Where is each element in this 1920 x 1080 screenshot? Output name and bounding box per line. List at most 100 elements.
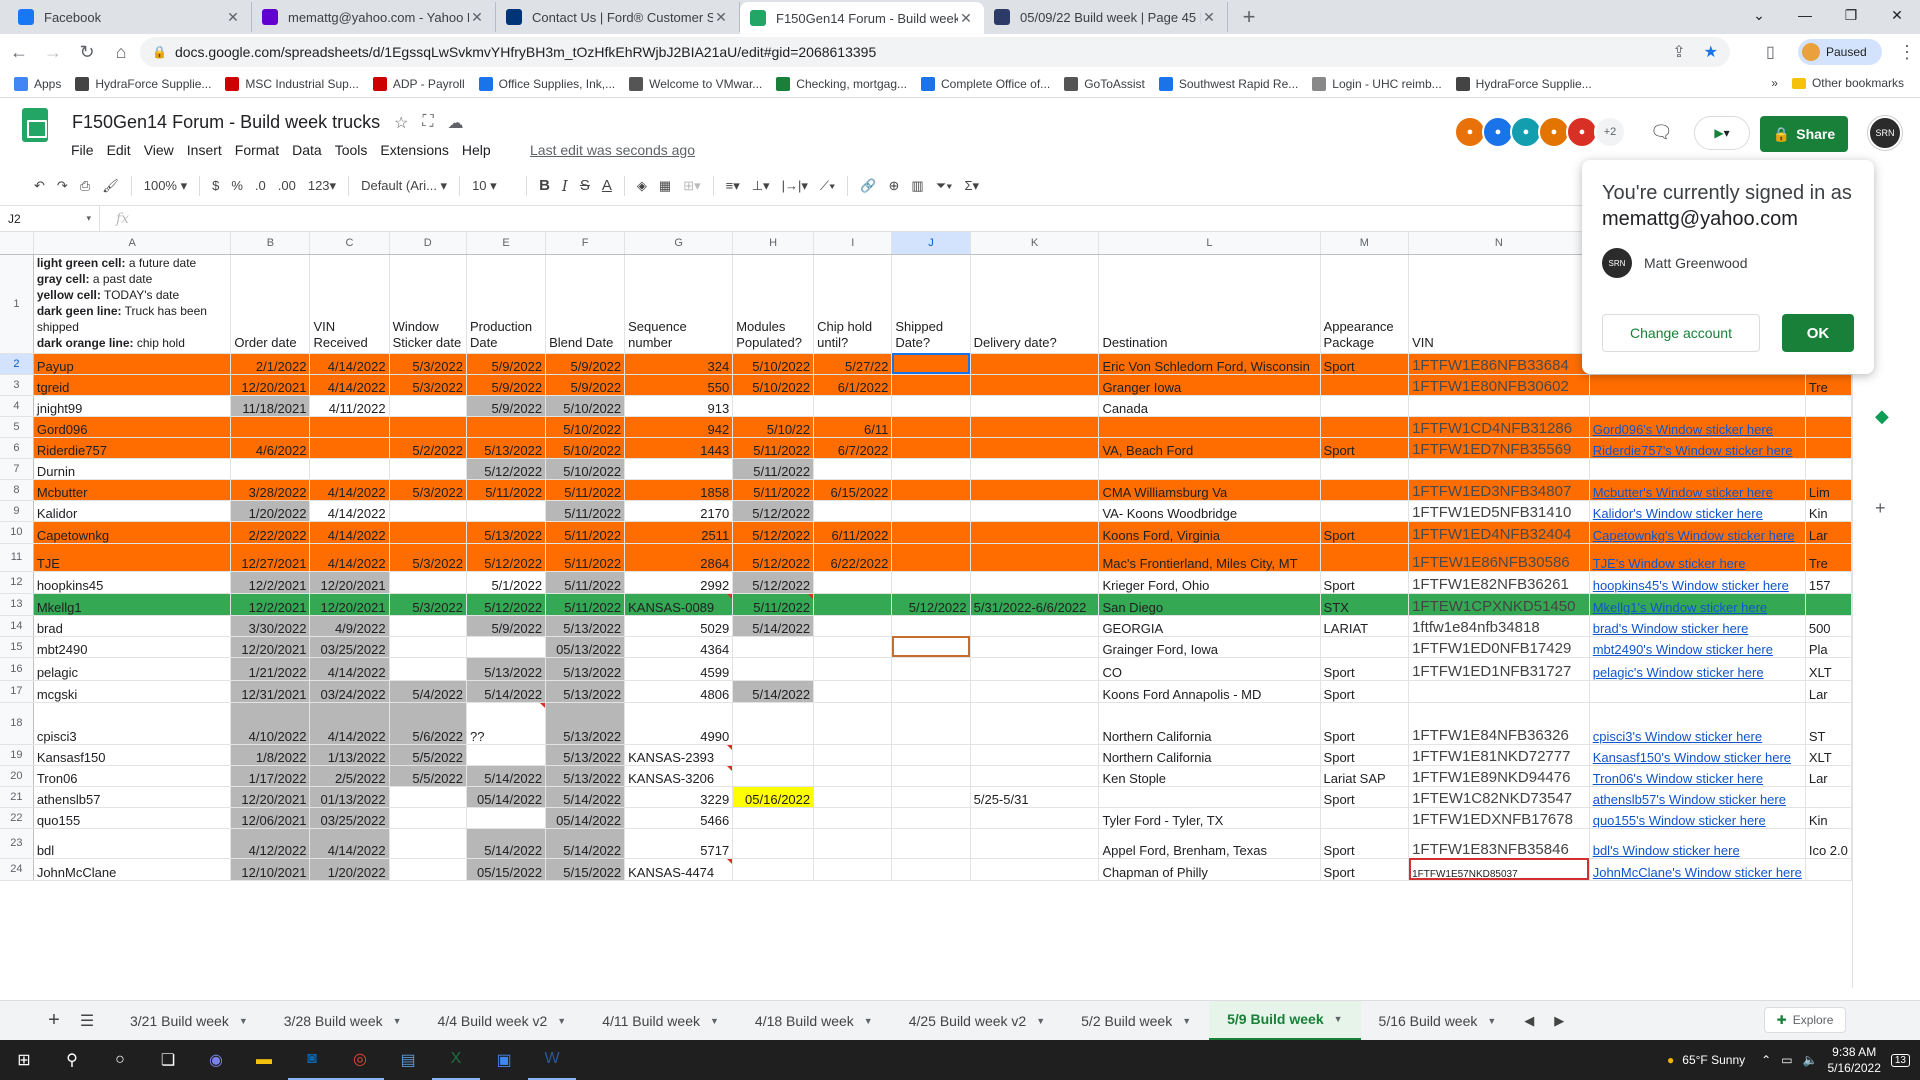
close-tab-icon[interactable]: ✕ bbox=[469, 9, 485, 25]
cell[interactable] bbox=[389, 395, 467, 417]
destination-cell[interactable]: Granger Iowa bbox=[1098, 374, 1321, 396]
bold-icon[interactable]: B bbox=[539, 177, 550, 194]
merge-cells-icon[interactable]: ⊞▾ bbox=[683, 178, 700, 194]
cell[interactable]: 4806 bbox=[624, 680, 734, 703]
menu-file[interactable]: File bbox=[71, 142, 94, 158]
share-button[interactable]: 🔒 Share bbox=[1760, 116, 1848, 152]
cell[interactable] bbox=[891, 680, 971, 703]
app-icon[interactable]: ▤ bbox=[384, 1040, 432, 1080]
trim-cell[interactable]: Lim bbox=[1805, 479, 1852, 501]
bookmark-item[interactable]: GoToAssist bbox=[1064, 76, 1145, 91]
column-header-g[interactable]: G bbox=[624, 232, 734, 255]
cell[interactable] bbox=[891, 636, 971, 658]
cell[interactable]: 4/12/2022 bbox=[230, 828, 311, 859]
cell[interactable]: 550 bbox=[624, 374, 734, 396]
cell[interactable] bbox=[230, 458, 311, 480]
name-box[interactable]: J2 ▾ bbox=[0, 205, 100, 232]
sheet-tab[interactable]: 5/2 Build week ▼ bbox=[1063, 1001, 1209, 1041]
cell[interactable] bbox=[389, 636, 467, 658]
menu-insert[interactable]: Insert bbox=[187, 142, 222, 158]
cell[interactable] bbox=[466, 636, 547, 658]
minimize-button[interactable]: — bbox=[1782, 0, 1828, 30]
cell[interactable]: 05/14/2022 bbox=[545, 807, 626, 829]
window-sticker-link[interactable]: Riderdie757's Window sticker here bbox=[1589, 437, 1806, 459]
cell[interactable]: 2992 bbox=[624, 571, 734, 594]
cell[interactable] bbox=[813, 858, 893, 881]
cell[interactable] bbox=[466, 807, 547, 829]
filter-icon[interactable]: ⏷▾ bbox=[936, 178, 953, 194]
cell[interactable]: 5/3/2022 bbox=[389, 479, 467, 501]
cell[interactable]: 6/15/2022 bbox=[813, 479, 893, 501]
vin-cell[interactable] bbox=[1408, 458, 1590, 480]
cell[interactable] bbox=[813, 828, 893, 859]
cell[interactable]: 2/22/2022 bbox=[230, 521, 311, 544]
cell[interactable]: 2/1/2022 bbox=[230, 353, 311, 375]
row-header[interactable]: 18 bbox=[0, 702, 34, 745]
browser-tab[interactable]: memattg@yahoo.com - Yahoo M ✕ bbox=[252, 2, 496, 32]
vin-cell[interactable]: 1FTFW1ED4NFB32404 bbox=[1408, 521, 1590, 544]
cell[interactable] bbox=[230, 416, 311, 438]
cell[interactable]: 5/3/2022 bbox=[389, 374, 467, 396]
side-panel-icon[interactable]: ▯ bbox=[1766, 42, 1775, 62]
cell[interactable]: KANSAS-3206 bbox=[624, 765, 734, 787]
account-avatar[interactable]: SRN bbox=[1868, 116, 1902, 150]
cell[interactable]: 942 bbox=[624, 416, 734, 438]
vin-cell[interactable]: 1FTFW1E84NFB36326 bbox=[1408, 702, 1590, 745]
appearance-package-cell[interactable]: Sport bbox=[1320, 571, 1410, 594]
appearance-package-cell[interactable]: Sport bbox=[1320, 353, 1410, 375]
vin-cell[interactable]: 1FTFW1E83NFB35846 bbox=[1408, 828, 1590, 859]
appearance-package-cell[interactable]: Sport bbox=[1320, 858, 1410, 881]
trim-cell[interactable]: ST bbox=[1805, 702, 1852, 745]
cell[interactable] bbox=[389, 416, 467, 438]
chrome-icon[interactable]: ◎ bbox=[336, 1040, 384, 1080]
cell[interactable] bbox=[389, 458, 467, 480]
cell[interactable] bbox=[732, 744, 815, 766]
cell[interactable] bbox=[970, 636, 1100, 658]
cell[interactable] bbox=[732, 636, 815, 658]
cell[interactable]: 4/14/2022 bbox=[309, 657, 390, 681]
cell[interactable]: 5466 bbox=[624, 807, 734, 829]
cell[interactable]: 03/25/2022 bbox=[309, 636, 390, 658]
chevron-down-icon[interactable]: ▼ bbox=[1487, 1016, 1496, 1026]
username-cell[interactable]: hoopkins45 bbox=[33, 571, 232, 594]
cell[interactable]: 5/27/22 bbox=[813, 353, 893, 375]
font-select[interactable]: Default (Ari... ▾ bbox=[361, 178, 447, 194]
cell[interactable]: 5/12/2022 bbox=[732, 571, 815, 594]
meet-button[interactable]: ▶ ▾ bbox=[1694, 116, 1750, 150]
paint-format-icon[interactable]: 🖌 bbox=[102, 178, 119, 194]
cell[interactable] bbox=[891, 657, 971, 681]
search-icon[interactable]: ⚲ bbox=[48, 1040, 96, 1080]
cell[interactable] bbox=[970, 437, 1100, 459]
maps-icon[interactable]: ◆ bbox=[1875, 406, 1889, 427]
menu-edit[interactable]: Edit bbox=[107, 142, 131, 158]
browser-tab[interactable]: Contact Us | Ford® Customer Se ✕ bbox=[496, 2, 740, 32]
cell[interactable]: 6/11 bbox=[813, 416, 893, 438]
window-sticker-link[interactable]: mbt2490's Window sticker here bbox=[1589, 636, 1806, 658]
cell[interactable]: 2170 bbox=[624, 500, 734, 522]
restore-button[interactable]: ❐ bbox=[1828, 0, 1874, 30]
cell[interactable] bbox=[732, 858, 815, 881]
cell[interactable]: 5/14/2022 bbox=[545, 828, 626, 859]
vin-cell[interactable]: 1FTFW1EDXNFB17678 bbox=[1408, 807, 1590, 829]
appearance-package-cell[interactable] bbox=[1320, 636, 1410, 658]
row-header[interactable]: 17 bbox=[0, 680, 34, 703]
cell[interactable] bbox=[813, 702, 893, 745]
cell[interactable] bbox=[813, 615, 893, 637]
cell[interactable]: 5/10/2022 bbox=[545, 395, 626, 417]
weather-text[interactable]: 65°F Sunny bbox=[1682, 1053, 1745, 1067]
destination-cell[interactable]: Tyler Ford - Tyler, TX bbox=[1098, 807, 1321, 829]
tray-chevron-icon[interactable]: ⌃ bbox=[1761, 1053, 1771, 1067]
cell[interactable]: 12/20/2021 bbox=[309, 571, 390, 594]
destination-cell[interactable]: Krieger Ford, Ohio bbox=[1098, 571, 1321, 594]
home-button[interactable]: ⌂ bbox=[106, 37, 136, 67]
network-icon[interactable]: ▭ bbox=[1781, 1053, 1792, 1067]
cell[interactable]: KANSAS-4474 bbox=[624, 858, 734, 881]
menu-help[interactable]: Help bbox=[462, 142, 491, 158]
cell[interactable]: 12/2/2021 bbox=[230, 593, 311, 616]
cell[interactable]: 4/14/2022 bbox=[309, 500, 390, 522]
cell[interactable] bbox=[732, 657, 815, 681]
vin-cell[interactable]: 1FTFW1ED1NFB31727 bbox=[1408, 657, 1590, 681]
cell[interactable]: 5/11/2022 bbox=[732, 458, 815, 480]
close-tab-icon[interactable]: ✕ bbox=[958, 10, 974, 26]
appearance-package-cell[interactable] bbox=[1320, 395, 1410, 417]
